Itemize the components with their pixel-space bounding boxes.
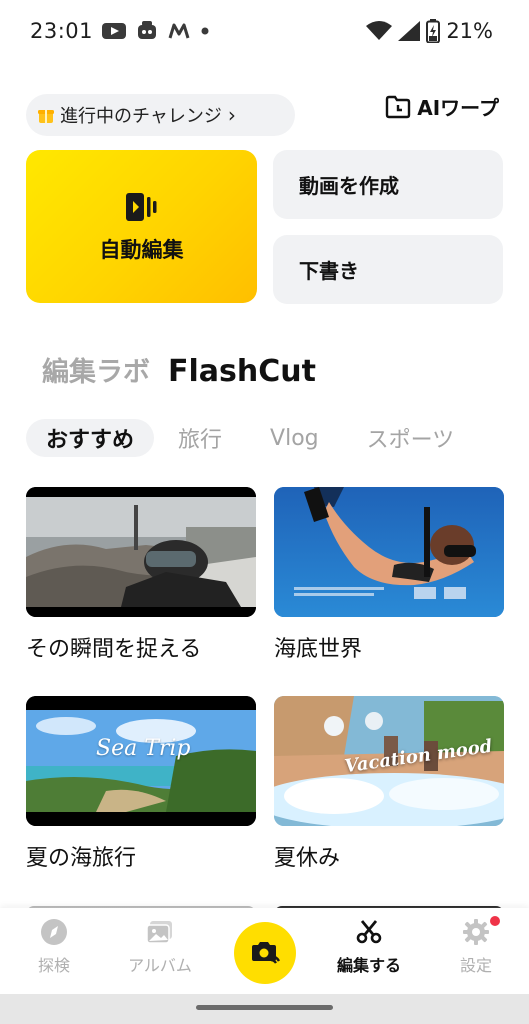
nav-edit-label: 編集する: [336, 956, 401, 975]
gift-icon: [38, 110, 54, 123]
template-thumbnail[interactable]: Sea Trip: [26, 696, 256, 826]
template-tile[interactable]: Sea Trip 夏の海旅行: [26, 696, 256, 872]
draft-button[interactable]: 下書き: [273, 235, 503, 304]
auto-edit-icon: [125, 192, 156, 221]
m-icon: [168, 23, 190, 39]
signal-icon: [398, 21, 421, 41]
template-title: 夏の海旅行: [26, 846, 137, 871]
battery-percent: 21%: [446, 19, 493, 43]
home-gesture-bar[interactable]: [196, 1005, 333, 1010]
notification-icons: [102, 20, 210, 42]
notification-dot: [490, 916, 500, 926]
template-title: その瞬間を捉える: [26, 637, 202, 662]
template-tile[interactable]: 海底世界: [274, 487, 504, 663]
template-thumbnail[interactable]: [274, 487, 504, 617]
template-thumbnail[interactable]: [26, 487, 256, 617]
camera-icon: [252, 942, 281, 964]
nav-edit[interactable]: 編集する: [324, 918, 414, 976]
chip-travel[interactable]: 旅行: [154, 419, 246, 457]
challenge-label: 進行中のチャレンジ: [60, 106, 222, 127]
nav-explore-label: 探検: [37, 956, 70, 975]
chevron-right-icon: ›: [227, 103, 236, 127]
auto-edit-button[interactable]: 自動編集: [26, 150, 257, 303]
template-tile[interactable]: その瞬間を捉える: [26, 487, 256, 663]
nav-settings-label: 設定: [459, 956, 492, 975]
template-title: 海底世界: [274, 637, 363, 662]
create-video-label: 動画を作成: [299, 174, 399, 198]
ai-warp-label: AIワープ: [417, 96, 499, 120]
template-title: 夏休み: [274, 846, 341, 871]
tab-flashcut[interactable]: FlashCut: [168, 354, 316, 389]
battery-icon: [426, 19, 441, 43]
scissors-icon: [356, 920, 382, 944]
compass-icon: [41, 919, 67, 945]
wifi-icon: [366, 21, 393, 40]
create-video-button[interactable]: 動画を作成: [273, 150, 503, 219]
chip-sports[interactable]: スポーツ: [343, 419, 479, 457]
app-icon: [138, 21, 156, 39]
camera-button[interactable]: [234, 922, 296, 984]
draft-label: 下書き: [299, 259, 359, 283]
chip-recommended[interactable]: おすすめ: [26, 419, 155, 457]
clock-folder-icon: [386, 95, 411, 118]
nav-album-label: アルバム: [128, 956, 192, 975]
dot-icon: [201, 27, 209, 35]
status-right: 21%: [366, 19, 493, 43]
section-tabs: 編集ラボ FlashCut: [42, 350, 316, 389]
album-icon: [146, 921, 172, 944]
nav-settings[interactable]: 設定: [431, 918, 521, 976]
challenge-pill[interactable]: 進行中のチャレンジ ›: [26, 94, 295, 136]
nav-album[interactable]: アルバム: [115, 918, 205, 976]
youtube-icon: [102, 23, 126, 39]
status-bar: 23:01 21%: [0, 0, 529, 66]
auto-edit-label: 自動編集: [99, 237, 184, 262]
template-thumbnail[interactable]: Vacation mood: [274, 696, 504, 826]
gear-icon: [463, 919, 489, 945]
nav-explore[interactable]: 探検: [9, 918, 99, 976]
tab-edit-lab[interactable]: 編集ラボ: [42, 350, 150, 389]
ai-warp-button[interactable]: AIワープ: [385, 92, 499, 121]
template-tile[interactable]: Vacation mood 夏休み: [274, 696, 504, 872]
tile-overlay-text: Sea Trip: [96, 736, 191, 761]
category-chips: おすすめ 旅行 Vlog スポーツ: [26, 418, 503, 458]
chip-vlog[interactable]: Vlog: [246, 419, 343, 457]
status-time: 23:01: [30, 19, 94, 43]
